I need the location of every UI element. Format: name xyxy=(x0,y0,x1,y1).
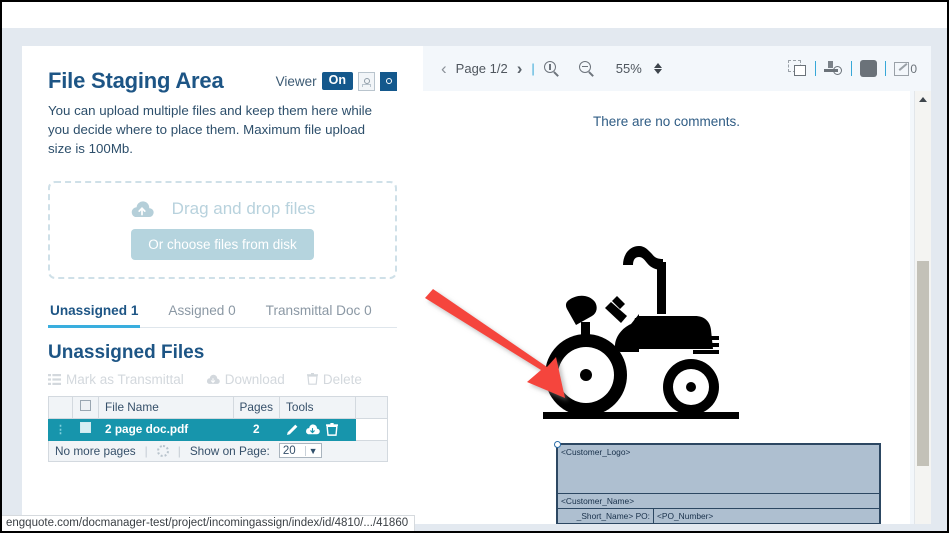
th-file-name[interactable]: File Name xyxy=(98,395,234,419)
trash-icon xyxy=(306,373,318,385)
tool-divider-1 xyxy=(815,61,817,76)
tool-divider-2 xyxy=(851,61,853,76)
tractor-icon xyxy=(543,246,739,419)
app-window: File Staging Area Viewer On You can uplo… xyxy=(0,0,949,533)
form-row-logo: <Customer_Logo> xyxy=(558,445,879,494)
viewer-tool-buttons: 0 xyxy=(788,60,917,77)
table-row[interactable]: ⋮ 2 page doc.pdf 2 xyxy=(48,417,388,441)
table-footer: No more pages | | Show on Page: 20 ▼ xyxy=(48,440,388,462)
th-select-all[interactable] xyxy=(72,395,99,419)
layout-panel-active-icon[interactable] xyxy=(380,71,397,91)
cell-tools xyxy=(279,417,356,441)
scrollbar-thumb[interactable] xyxy=(917,261,929,466)
download-button[interactable]: Download xyxy=(206,372,285,387)
chevron-right-icon[interactable]: › xyxy=(517,59,523,79)
loading-spinner-icon xyxy=(156,444,169,457)
viewer-nav-controls: ‹ Page 1/2 › | 55% xyxy=(441,59,662,79)
viewer-label: Viewer xyxy=(275,73,317,89)
annotate-icon[interactable]: 0 xyxy=(894,61,917,76)
pdf-viewer-panel: ‹ Page 1/2 › | 55% 0 There are no commen… xyxy=(423,46,931,524)
filled-square-icon[interactable] xyxy=(860,60,878,77)
viewer-controls: Viewer On xyxy=(275,71,397,91)
panel-header: File Staging Area Viewer On xyxy=(48,68,397,94)
zoom-out-icon[interactable] xyxy=(578,60,595,77)
dropzone-text: Drag and drop files xyxy=(171,199,316,219)
delete-button[interactable]: Delete xyxy=(306,371,362,387)
show-on-page-label: Show on Page: xyxy=(189,443,270,458)
section-title: Unassigned Files xyxy=(48,341,205,363)
select-all-checkbox[interactable] xyxy=(80,400,91,412)
field-po-number: <PO_Number> xyxy=(657,511,714,521)
status-bar-url: engquote.com/docmanager-test/project/inc… xyxy=(2,515,416,531)
cloud-download-icon xyxy=(206,374,220,384)
file-tabs: Unassigned 1 Assigned 0 Transmittal Doc … xyxy=(48,299,397,328)
zoom-level: 55% xyxy=(615,61,642,76)
panel-description: You can upload multiple files and keep t… xyxy=(48,103,373,156)
tab-transmittal-doc[interactable]: Transmittal Doc 0 xyxy=(264,299,374,328)
row-grip-handle[interactable]: ⋮ xyxy=(48,417,73,441)
page-title: File Staging Area xyxy=(48,68,224,93)
choose-files-button[interactable]: Or choose files from disk xyxy=(131,229,314,261)
field-customer-name: <Customer_Name> xyxy=(561,496,635,506)
row-checkbox[interactable] xyxy=(80,422,91,434)
document-form-table[interactable]: <Customer_Logo> <Customer_Name> _Short_N… xyxy=(554,441,881,524)
viewer-scrollbar[interactable] xyxy=(914,91,931,524)
file-staging-panel: File Staging Area Viewer On You can uplo… xyxy=(22,46,423,524)
footer-divider: | xyxy=(144,443,148,458)
no-comments-message: There are no comments. xyxy=(592,114,741,129)
stepper-updown-icon[interactable] xyxy=(653,63,662,74)
cloud-upload-icon xyxy=(131,201,154,217)
th-pages[interactable]: Pages xyxy=(232,395,281,419)
delete-label: Delete xyxy=(322,371,362,387)
file-dropzone[interactable]: Drag and drop files Or choose files from… xyxy=(48,180,397,279)
th-spacer xyxy=(355,395,388,419)
cell-pages: 2 xyxy=(232,417,281,441)
mark-as-transmittal-button[interactable]: Mark as Transmittal xyxy=(48,372,184,387)
zoom-in-icon[interactable] xyxy=(543,60,560,77)
download-label: Download xyxy=(224,371,285,387)
chevron-down-icon: ▼ xyxy=(304,445,321,456)
row-checkbox-cell[interactable] xyxy=(72,417,99,441)
selection-handle-top-left[interactable] xyxy=(554,441,561,448)
dropzone-prompt: Drag and drop files xyxy=(130,199,316,219)
show-on-page-value: 20 xyxy=(282,444,296,457)
file-actions: Mark as Transmittal Download Delete xyxy=(48,372,397,387)
list-icon xyxy=(48,373,61,385)
layout-panel-icon[interactable] xyxy=(358,71,375,91)
annotation-count: 0 xyxy=(910,61,917,76)
cloud-download-icon[interactable] xyxy=(305,424,320,435)
cell-spacer xyxy=(355,417,388,441)
stamp-icon[interactable] xyxy=(824,60,843,77)
show-on-page-select[interactable]: 20 ▼ xyxy=(278,443,322,459)
field-customer-logo: <Customer_Logo> xyxy=(561,447,631,457)
tab-assigned[interactable]: Assigned 0 xyxy=(166,299,237,328)
page-indicator: Page 1/2 xyxy=(455,61,508,76)
tool-divider-3 xyxy=(885,61,887,76)
form-row-po: _Short_Name> PO: <PO_Number> xyxy=(558,509,879,524)
table-header-row: File Name Pages Tools xyxy=(48,395,388,419)
cell-file-name: 2 page doc.pdf xyxy=(98,417,234,441)
label-po: _Short_Name> PO: xyxy=(558,509,654,523)
viewer-toggle-button[interactable]: On xyxy=(321,71,353,91)
snapshot-icon[interactable] xyxy=(788,60,807,77)
viewer-toolbar: ‹ Page 1/2 › | 55% 0 xyxy=(423,46,931,91)
th-tools: Tools xyxy=(279,395,356,419)
footer-divider-2: | xyxy=(177,443,181,458)
tab-unassigned[interactable]: Unassigned 1 xyxy=(48,299,141,328)
form-row-customer-name: <Customer_Name> xyxy=(558,494,879,509)
toolbar-divider: | xyxy=(531,61,535,76)
th-grip xyxy=(48,395,73,419)
pencil-icon[interactable] xyxy=(286,423,299,436)
files-table: File Name Pages Tools ⋮ 2 page doc.pdf 2 xyxy=(48,395,388,441)
pages-status: No more pages xyxy=(55,443,136,458)
document-page: There are no comments. <Customer_Logo> <… xyxy=(423,91,910,524)
chevron-left-icon[interactable]: ‹ xyxy=(441,59,447,79)
trash-icon[interactable] xyxy=(326,422,338,436)
mark-as-transmittal-label: Mark as Transmittal xyxy=(66,371,184,387)
scroll-up-arrow-icon[interactable] xyxy=(915,91,931,108)
